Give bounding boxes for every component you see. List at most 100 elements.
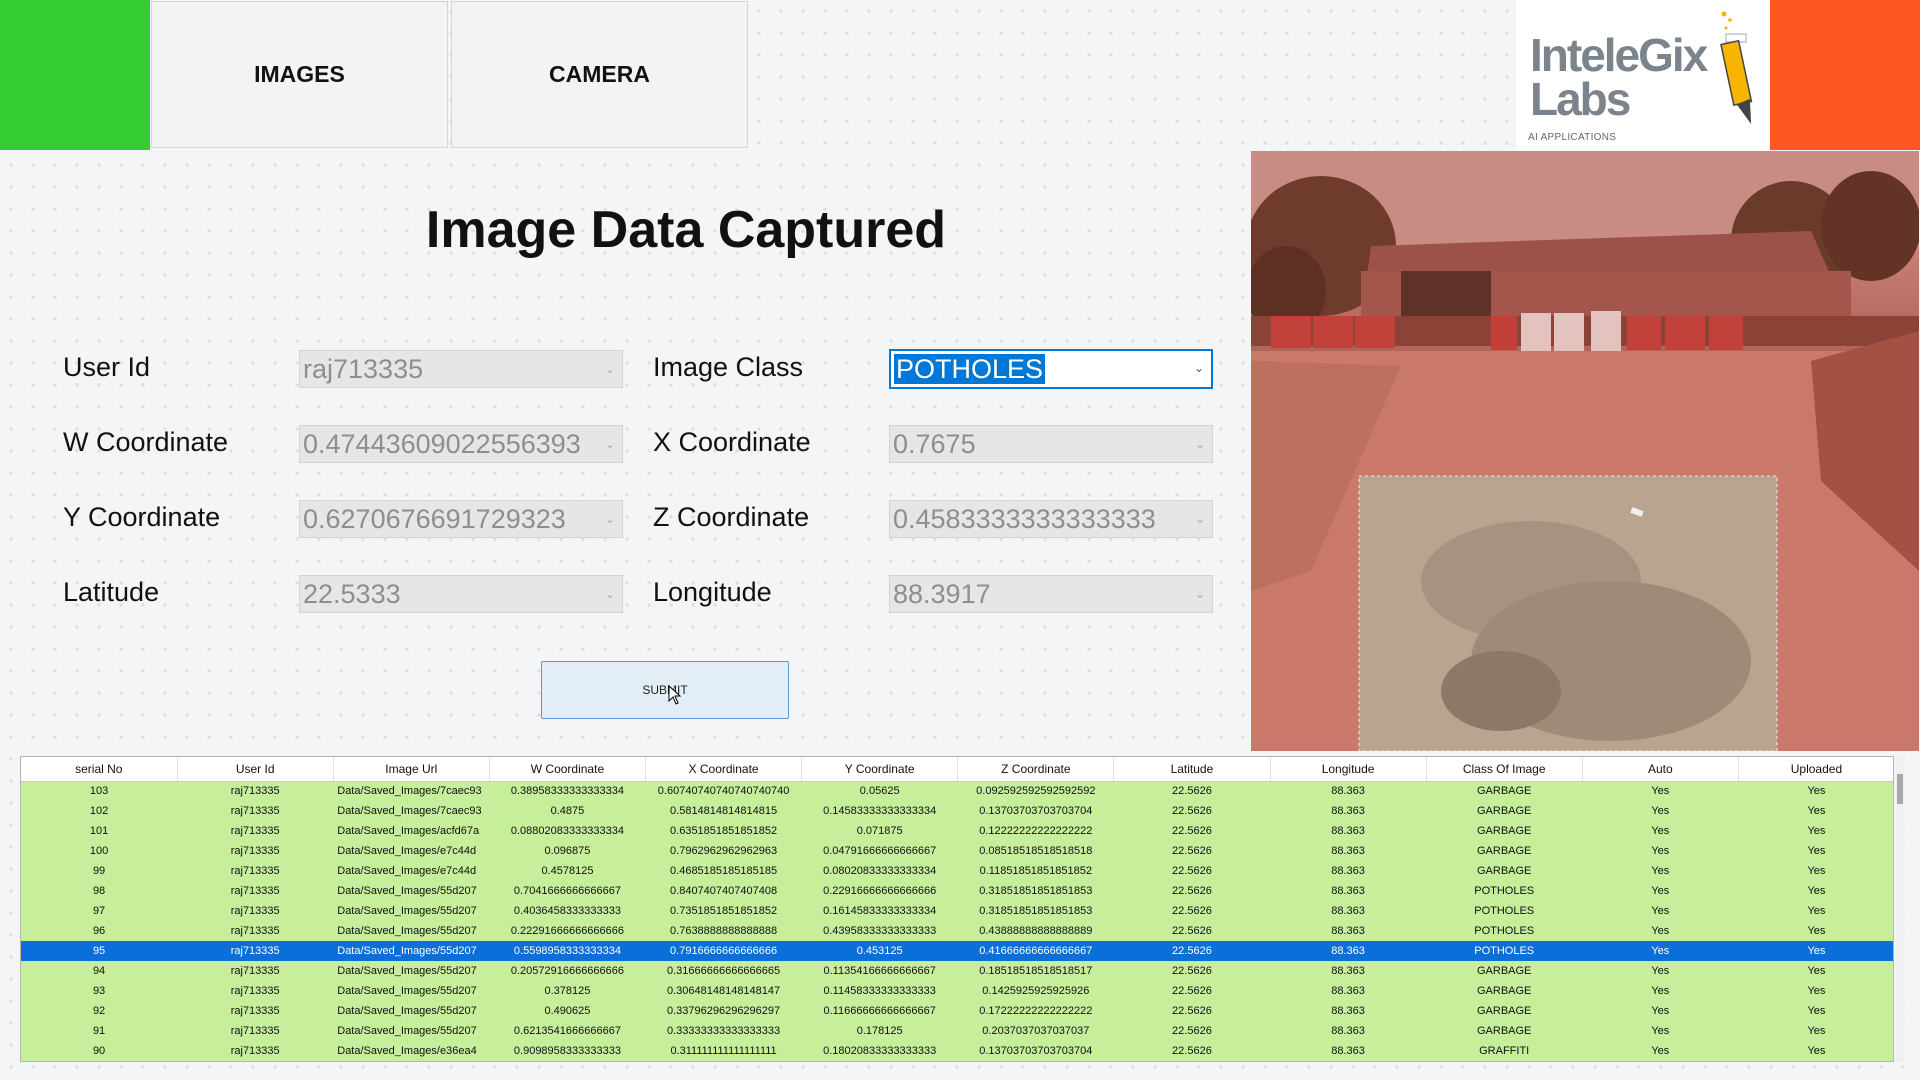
table-cell: 90 <box>21 1041 178 1061</box>
y-coordinate-combobox[interactable]: 0.6270676691729323 ⌄ <box>299 500 623 538</box>
table-row[interactable]: 100 raj713335 Data/Saved_Images/e7c44d 0.09… <box>21 841 1893 861</box>
table-cell: 98 <box>21 881 178 901</box>
column-header[interactable]: X Coordinate <box>645 757 803 782</box>
logo-line1: InteleGix <box>1530 29 1708 81</box>
column-header[interactable]: Image Url <box>333 757 490 782</box>
table-cell: Yes <box>1582 901 1739 921</box>
table-cell: 0.31851851851851853 <box>957 901 1114 921</box>
submit-button[interactable]: SUBMIT <box>541 661 789 719</box>
chevron-down-icon[interactable]: ⌄ <box>1187 351 1211 387</box>
table-cell: raj713335 <box>177 961 334 981</box>
longitude-combobox[interactable]: 88.3917 ⌄ <box>889 575 1213 613</box>
table-cell: 0.08802083333333334 <box>489 821 646 841</box>
table-cell: 0.178125 <box>801 1021 958 1041</box>
table-row[interactable]: 101 raj713335 Data/Saved_Images/acfd67a 0.0… <box>21 821 1893 841</box>
column-header[interactable]: Longitude <box>1270 757 1427 782</box>
table-cell: 94 <box>21 961 178 981</box>
table-cell: 0.7916666666666666 <box>645 941 802 961</box>
table-cell: Yes <box>1582 781 1739 801</box>
column-header[interactable]: Y Coordinate <box>801 757 959 782</box>
table-cell: Yes <box>1738 1021 1893 1041</box>
table-cell: 22.5626 <box>1113 861 1270 881</box>
column-header[interactable]: Z Coordinate <box>957 757 1115 782</box>
user-id-combobox[interactable]: raj713335 ⌄ <box>299 350 623 388</box>
table-cell: 0.490625 <box>489 1001 646 1021</box>
table-cell: Yes <box>1738 921 1893 941</box>
table-cell: POTHOLES <box>1426 921 1583 941</box>
chevron-down-icon[interactable]: ⌄ <box>1188 576 1212 612</box>
image-class-combobox[interactable]: POTHOLES ⌄ <box>889 349 1213 389</box>
company-logo: InteleGix Labs AI APPLICATIONS <box>1516 0 1770 150</box>
w-coordinate-combobox[interactable]: 0.47443609022556393 ⌄ <box>299 425 623 463</box>
table-cell: 22.5626 <box>1113 801 1270 821</box>
page-title: Image Data Captured <box>425 201 947 259</box>
table-cell: 0.453125 <box>801 941 958 961</box>
table-cell: 0.5598958333333334 <box>489 941 646 961</box>
table-cell: 88.363 <box>1270 801 1427 821</box>
chevron-down-icon[interactable]: ⌄ <box>598 501 622 537</box>
chevron-down-icon[interactable]: ⌄ <box>1188 501 1212 537</box>
table-row[interactable]: 102 raj713335 Data/Saved_Images/7caec93 0.4… <box>21 801 1893 821</box>
scrollbar-thumb[interactable] <box>1897 774 1903 804</box>
table-cell: 0.071875 <box>801 821 958 841</box>
images-nav-button[interactable]: IMAGES <box>151 1 448 148</box>
table-cell: 0.33796296296296297 <box>645 1001 802 1021</box>
table-cell: 0.4875 <box>489 801 646 821</box>
column-header[interactable]: Class Of Image <box>1426 757 1583 782</box>
chevron-down-icon[interactable]: ⌄ <box>1188 426 1212 462</box>
column-header[interactable]: Latitude <box>1113 757 1271 782</box>
table-cell: raj713335 <box>177 1001 334 1021</box>
chevron-down-icon[interactable]: ⌄ <box>598 426 622 462</box>
table-cell: 0.4685185185185185 <box>645 861 802 881</box>
latitude-combobox[interactable]: 22.5333 ⌄ <box>299 575 623 613</box>
table-cell: 88.363 <box>1270 921 1427 941</box>
table-cell: 0.41666666666666667 <box>957 941 1114 961</box>
table-cell: 88.363 <box>1270 841 1427 861</box>
column-header[interactable]: serial No <box>21 757 178 782</box>
table-row[interactable]: 103 raj713335 Data/Saved_Images/7caec93 0.3… <box>21 781 1893 801</box>
table-cell: 0.22291666666666666 <box>489 921 646 941</box>
table-cell: GARBAGE <box>1426 821 1583 841</box>
table-row[interactable]: 94 raj713335 Data/Saved_Images/55d207 0.205… <box>21 961 1893 981</box>
table-cell: 0.04791666666666667 <box>801 841 958 861</box>
x-coordinate-combobox[interactable]: 0.7675 ⌄ <box>889 425 1213 463</box>
column-header[interactable]: Uploaded <box>1738 757 1893 782</box>
table-cell: raj713335 <box>177 821 334 841</box>
table-row[interactable]: 91 raj713335 Data/Saved_Images/55d207 0.621… <box>21 1021 1893 1041</box>
table-cell: 22.5626 <box>1113 1021 1270 1041</box>
table-row[interactable]: 92 raj713335 Data/Saved_Images/55d207 0.490… <box>21 1001 1893 1021</box>
table-row[interactable]: 90 raj713335 Data/Saved_Images/e36ea4 0.909… <box>21 1041 1893 1061</box>
column-header[interactable]: W Coordinate <box>489 757 647 782</box>
table-row[interactable]: 95 raj713335 Data/Saved_Images/55d207 0.559… <box>21 941 1893 961</box>
table-cell: Yes <box>1582 921 1739 941</box>
table-cell: GARBAGE <box>1426 1001 1583 1021</box>
z-coordinate-combobox[interactable]: 0.4583333333333333 ⌄ <box>889 500 1213 538</box>
table-row[interactable]: 97 raj713335 Data/Saved_Images/55d207 0.403… <box>21 901 1893 921</box>
column-header[interactable]: Auto <box>1582 757 1739 782</box>
table-cell: 88.363 <box>1270 861 1427 881</box>
captured-data-table[interactable]: serial No User Id Image Url W Coordinate… <box>20 756 1894 1062</box>
table-cell: 88.363 <box>1270 821 1427 841</box>
table-cell: Yes <box>1582 1041 1739 1061</box>
table-cell: 0.31851851851851853 <box>957 881 1114 901</box>
table-row[interactable]: 98 raj713335 Data/Saved_Images/55d207 0.704… <box>21 881 1893 901</box>
table-cell: 88.363 <box>1270 881 1427 901</box>
table-row[interactable]: 96 raj713335 Data/Saved_Images/55d207 0.222… <box>21 921 1893 941</box>
chevron-down-icon[interactable]: ⌄ <box>598 576 622 612</box>
table-cell: 0.38958333333333334 <box>489 781 646 801</box>
w-coordinate-value: 0.47443609022556393 <box>303 429 581 459</box>
table-cell: 0.16145833333333334 <box>801 901 958 921</box>
camera-nav-button[interactable]: CAMERA <box>451 1 748 148</box>
table-cell: Data/Saved_Images/55d207 <box>333 961 490 981</box>
column-header[interactable]: User Id <box>177 757 334 782</box>
table-cell: raj713335 <box>177 941 334 961</box>
table-row[interactable]: 99 raj713335 Data/Saved_Images/e7c44d 0.457… <box>21 861 1893 881</box>
table-row[interactable]: 93 raj713335 Data/Saved_Images/55d207 0.378… <box>21 981 1893 1001</box>
table-scrollbar[interactable] <box>1896 756 1904 1062</box>
table-cell: GARBAGE <box>1426 1021 1583 1041</box>
table-cell: raj713335 <box>177 781 334 801</box>
table-cell: 0.5814814814814815 <box>645 801 802 821</box>
chevron-down-icon[interactable]: ⌄ <box>598 351 622 387</box>
w-coordinate-label: W Coordinate <box>63 427 229 457</box>
table-cell: 101 <box>21 821 178 841</box>
